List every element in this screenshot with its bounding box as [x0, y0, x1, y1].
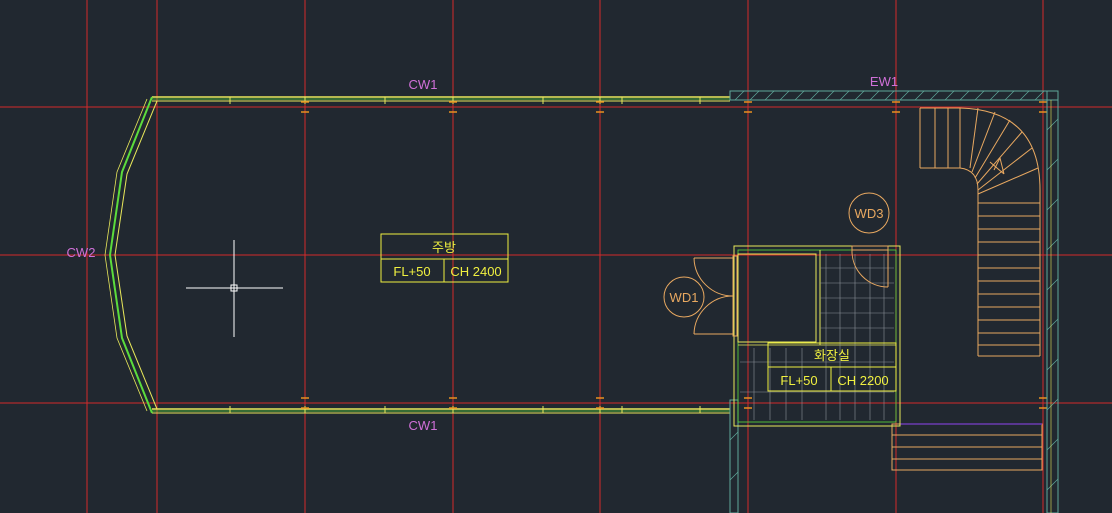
restroom-name: 화장실: [814, 349, 850, 364]
kitchen-name: 주방: [432, 241, 456, 256]
wd3-label: WD3: [855, 206, 884, 221]
drawing-viewport[interactable]: CW1 CW1 CW2 EW1 WD1 WD3 주방 FL+50 CH 2400…: [0, 0, 1112, 513]
kitchen-ch: CH 2400: [450, 264, 501, 279]
restroom-fl: FL+50: [780, 373, 817, 388]
kitchen-fl: FL+50: [393, 264, 430, 279]
curtain-wall-bottom[interactable]: [152, 406, 730, 414]
restroom-walls[interactable]: [733, 245, 901, 427]
floor-plan-canvas[interactable]: CW1 CW1 CW2 EW1 WD1 WD3 주방 FL+50 CH 2400…: [0, 0, 1112, 513]
curtain-wall-top[interactable]: [152, 96, 730, 104]
cw1-top-label: CW1: [409, 77, 438, 92]
wd1-label: WD1: [670, 290, 699, 305]
restroom-ch: CH 2200: [837, 373, 888, 388]
exterior-wall[interactable]: [729, 90, 1059, 513]
cw2-label: CW2: [67, 245, 96, 260]
staircase[interactable]: [919, 107, 1041, 357]
cw1-bottom-label: CW1: [409, 418, 438, 433]
door-wd1[interactable]: [693, 255, 738, 337]
tile-grid: [740, 254, 894, 420]
ew1-label: EW1: [870, 74, 898, 89]
grid-lines: [0, 0, 1112, 513]
stair-lower[interactable]: [891, 423, 1043, 471]
